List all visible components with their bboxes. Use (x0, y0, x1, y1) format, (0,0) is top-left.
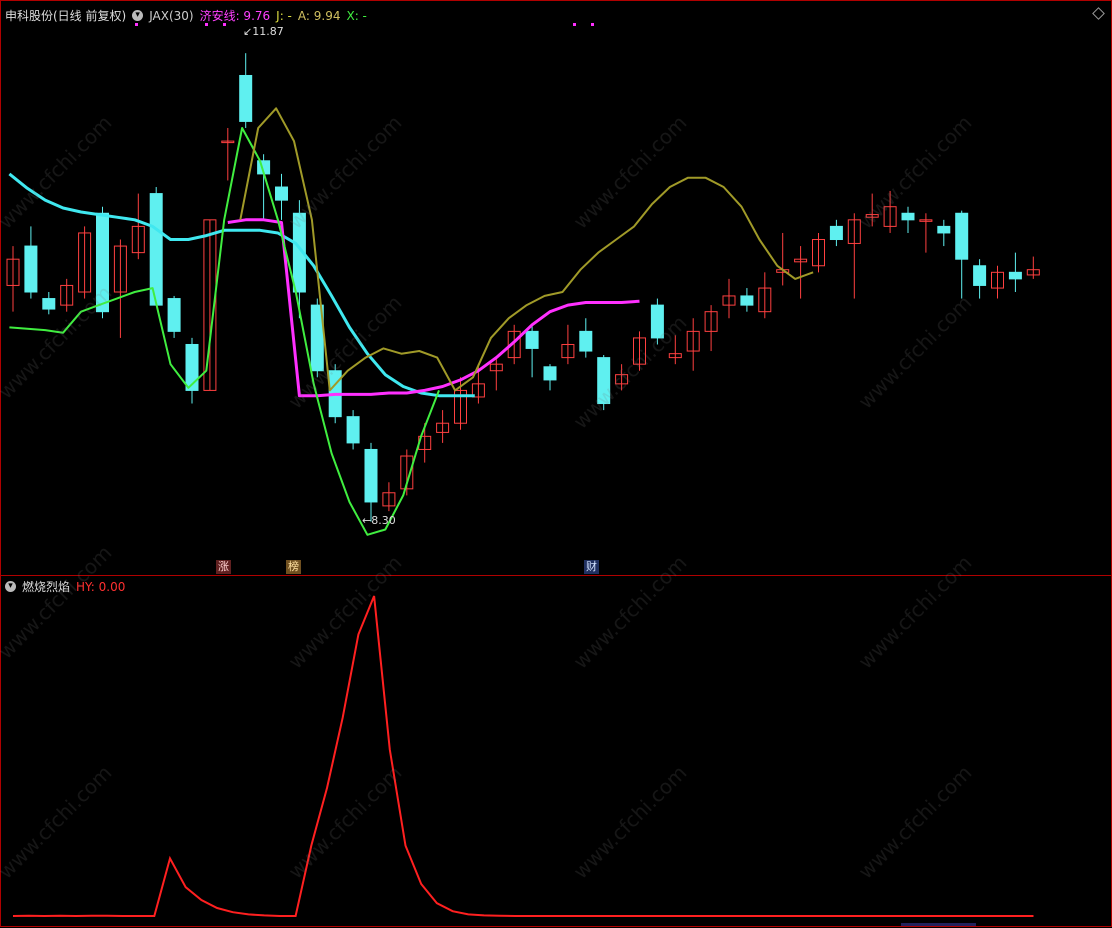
ranking-tag[interactable]: 榜 (286, 560, 301, 574)
low-value: 8.30 (371, 514, 396, 527)
high-value: 11.87 (252, 25, 284, 38)
main-chart-panel[interactable]: 申科股份(日线 前复权) ▾ JAX(30) 济安线: 9.76 J: - A:… (0, 0, 1112, 575)
candle-body (346, 416, 360, 444)
magenta-jx-line (227, 218, 640, 398)
candle-body (167, 298, 181, 332)
candle-body (364, 448, 378, 503)
high-arrow-icon: ↙ (243, 25, 253, 38)
candle-body (42, 298, 56, 310)
candle-body (901, 212, 915, 221)
finance-tag[interactable]: 财 (584, 560, 599, 574)
candle-body (973, 265, 987, 286)
signal-dot (135, 23, 138, 26)
candlestick-chart (6, 23, 1040, 536)
low-arrow-icon: ← (362, 514, 372, 527)
candle-body (579, 330, 593, 352)
candle-body (829, 225, 843, 241)
high-price-label: ↙11.87 (243, 25, 284, 38)
signal-dot (573, 23, 576, 26)
candle-body (275, 186, 288, 201)
candle-body (239, 74, 253, 122)
candle-body (525, 330, 539, 349)
hy-line-chart (12, 595, 1034, 918)
signal-dot (223, 23, 226, 26)
candle-body (955, 212, 969, 260)
low-price-label: ←8.30 (362, 514, 396, 527)
candle-body (543, 366, 557, 381)
sub-chart-panel[interactable]: ▾ 燃烧烈焰 HY: 0.00 (0, 575, 1112, 927)
signal-dot (205, 23, 208, 26)
candle-body (1008, 271, 1022, 280)
limit-up-tag[interactable]: 涨 (216, 560, 231, 574)
candle-body (24, 245, 38, 293)
bottom-scroll-tab[interactable] (901, 923, 976, 926)
candle-body (740, 295, 754, 306)
candle-body (937, 225, 951, 234)
signal-dot (591, 23, 594, 26)
